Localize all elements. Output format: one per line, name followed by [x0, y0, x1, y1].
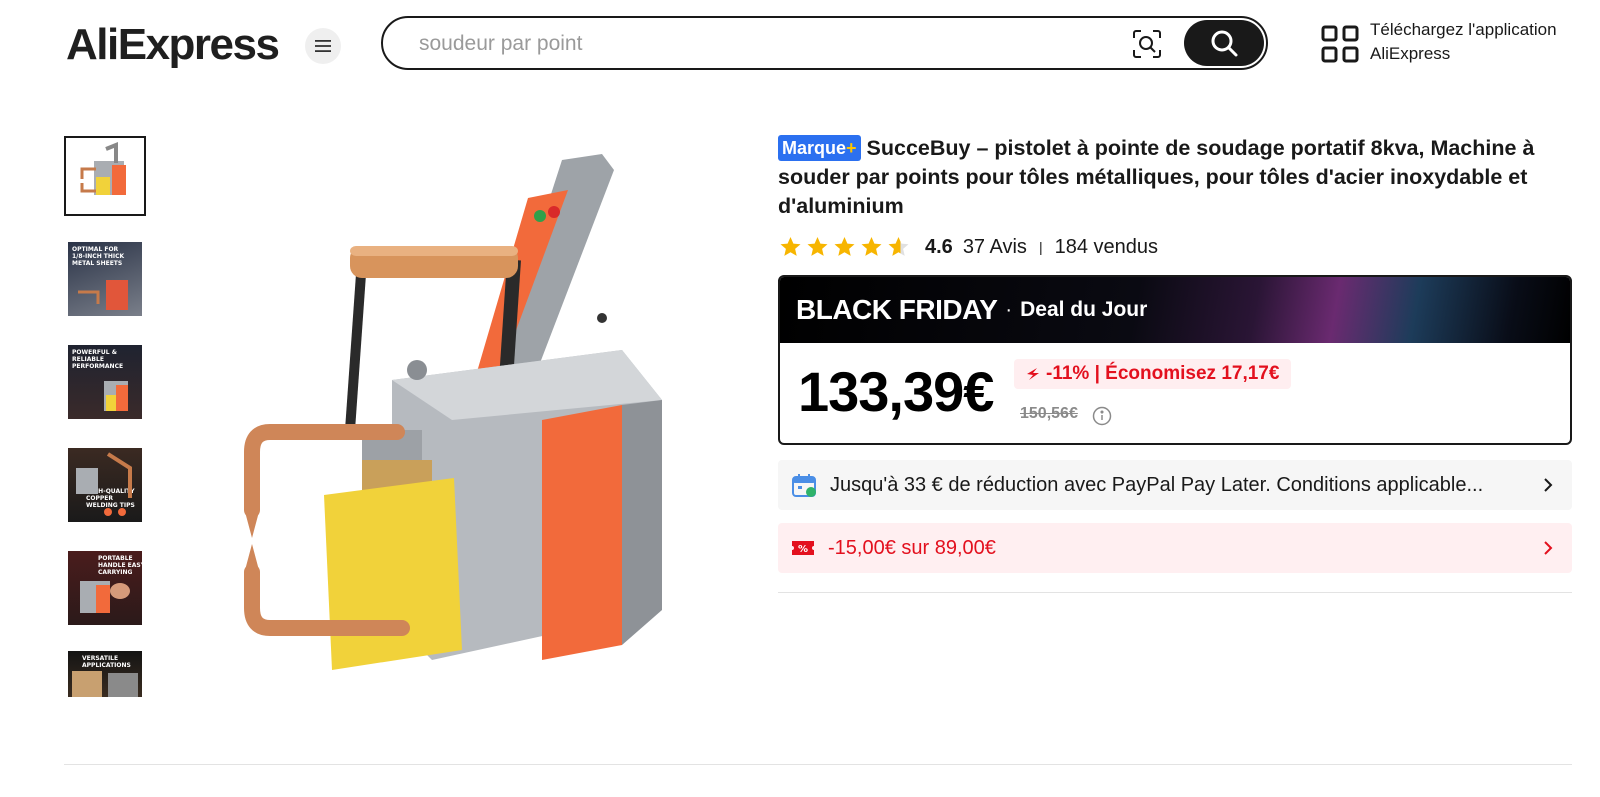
- rating-row: 4.6 37 Avis | 184 vendus: [778, 232, 1158, 262]
- product-title-text: SucceBuy – pistolet à pointe de soudage …: [778, 136, 1535, 218]
- coupon-icon: %: [792, 541, 814, 555]
- product-title: Marque+ SucceBuy – pistolet à pointe de s…: [778, 134, 1572, 221]
- camera-search-icon: [1133, 30, 1161, 58]
- header: AliExpress soudeur par point Téléchargez…: [0, 0, 1600, 92]
- main-product-image[interactable]: [222, 140, 692, 705]
- current-price: 133,39€: [798, 360, 994, 423]
- camera-search-button[interactable]: [1131, 28, 1163, 60]
- app-download-link[interactable]: Téléchargez l'application AliExpress: [1320, 18, 1557, 66]
- qr-code-icon: [1321, 25, 1359, 63]
- logo-text: AliExpress: [66, 20, 280, 69]
- star-rating: [778, 235, 911, 259]
- star-icon: [780, 237, 801, 256]
- thumbnail-image: POWERFUL & RELIABLE PERFORMANCE: [68, 345, 142, 419]
- thumbnail-image: OPTIMAL FOR 1/8-INCH THICK METAL SHEETS: [68, 242, 142, 316]
- price-area: 133,39€ -11% | Économisez 17,17€ 150,56€: [780, 343, 1570, 443]
- brand-plus-badge[interactable]: Marque+: [778, 135, 861, 161]
- thumbnail-image: HIGH-QUALITY COPPER WELDING TIPS: [68, 448, 142, 522]
- chevron-right-icon: [1544, 478, 1553, 492]
- app-download-line2: AliExpress: [1370, 44, 1451, 63]
- coupon-promo-row[interactable]: % -15,00€ sur 89,00€: [778, 523, 1572, 573]
- info-divider: [778, 592, 1572, 593]
- star-icon: [834, 237, 855, 256]
- rating-value: 4.6: [925, 235, 953, 258]
- thumbnail-image: [68, 139, 142, 213]
- info-icon[interactable]: [1092, 406, 1112, 426]
- yellow-plate: [324, 478, 462, 670]
- thumbnail-3[interactable]: POWERFUL & RELIABLE PERFORMANCE: [64, 342, 146, 422]
- page-divider: [64, 764, 1572, 765]
- banner-dot: ·: [1005, 298, 1013, 321]
- paypal-promo-text: Jusqu'à 33 € de réduction avec PayPal Pa…: [830, 473, 1484, 496]
- sold-count: 184 vendus: [1054, 235, 1158, 258]
- aliexpress-logo[interactable]: AliExpress: [66, 18, 280, 72]
- svg-text:%: %: [798, 544, 808, 555]
- banner-title: BLACK FRIDAY: [796, 294, 998, 325]
- paypal-promo-row[interactable]: Jusqu'à 33 € de réduction avec PayPal Pa…: [778, 460, 1572, 510]
- menu-icon: [315, 40, 331, 52]
- price-box: BLACK FRIDAY · Deal du Jour 133,39€ -11%…: [778, 275, 1572, 445]
- star-icon: [807, 237, 828, 256]
- star-icon: [861, 237, 882, 256]
- app-download-text: Téléchargez l'application AliExpress: [1370, 18, 1557, 66]
- discount-badge: -11% | Économisez 17,17€: [1014, 359, 1292, 389]
- menu-button[interactable]: [305, 28, 341, 64]
- chevron-right-icon: [1544, 541, 1553, 555]
- thumbnail-image: VERSATILE APPLICATIONS: [68, 651, 142, 697]
- star-icon: [888, 237, 909, 256]
- search-bar: [381, 16, 1268, 70]
- original-price: 150,56€: [1020, 405, 1078, 422]
- thumbnail-5[interactable]: PORTABLE HANDLE EASY CARRYING: [64, 548, 146, 628]
- search-button[interactable]: [1184, 20, 1264, 66]
- product-info: Marque+ SucceBuy – pistolet à pointe de s…: [778, 134, 1572, 593]
- thumbnail-6[interactable]: VERSATILE APPLICATIONS: [64, 651, 146, 697]
- thumbnail-1[interactable]: [64, 136, 146, 216]
- separator: |: [1038, 239, 1043, 255]
- search-input[interactable]: [417, 28, 1111, 60]
- thumbnail-4[interactable]: HIGH-QUALITY COPPER WELDING TIPS: [64, 445, 146, 525]
- discount-text: -11% | Économisez 17,17€: [1046, 363, 1280, 384]
- black-friday-banner: BLACK FRIDAY · Deal du Jour: [780, 277, 1570, 343]
- thumbnail-2[interactable]: OPTIMAL FOR 1/8-INCH THICK METAL SHEETS: [64, 239, 146, 319]
- calendar-icon: [792, 474, 816, 497]
- thumbnail-image: PORTABLE HANDLE EASY CARRYING: [68, 551, 142, 625]
- orange-panel: [542, 405, 622, 660]
- coupon-promo-text: -15,00€ sur 89,00€: [828, 536, 996, 559]
- reviews-link[interactable]: 37 Avis: [963, 236, 1027, 259]
- search-icon: [1211, 30, 1238, 57]
- app-download-line1: Téléchargez l'application: [1370, 20, 1557, 39]
- banner-subtitle: Deal du Jour: [1020, 298, 1148, 321]
- flame-icon: [1027, 368, 1039, 380]
